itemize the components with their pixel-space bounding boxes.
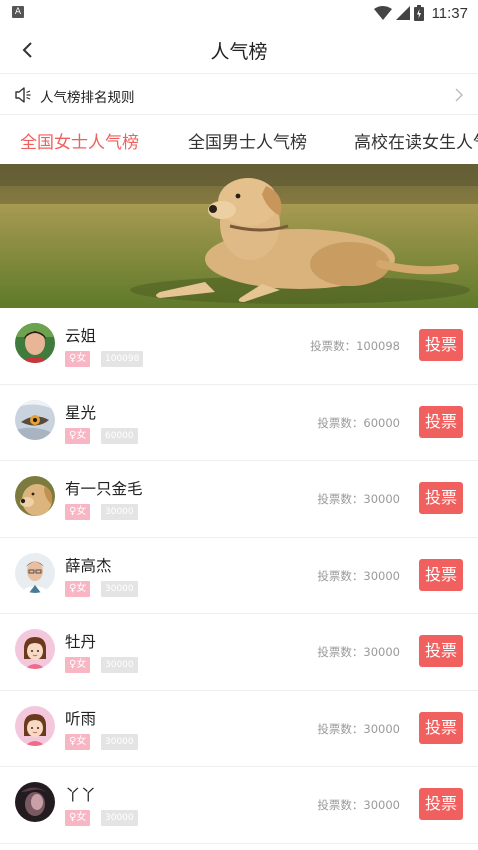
user-name: 有一只金毛 [65, 480, 143, 498]
vote-button[interactable]: 投票 [419, 788, 463, 820]
avatar[interactable] [15, 782, 55, 822]
status-bar: A 11:37 [0, 0, 478, 26]
vote-count: 投票数：30000 [317, 645, 400, 659]
gender-badge: ♀女 [65, 427, 91, 444]
user-name: 牡丹 [65, 633, 97, 651]
ranking-rules-link[interactable]: 人气榜排名规则 [0, 75, 478, 115]
banner-image[interactable] [0, 164, 478, 308]
user-name: 听雨 [65, 709, 97, 728]
avatar-photo-man [15, 552, 55, 593]
avatar[interactable] [15, 629, 55, 669]
speaker-icon [15, 87, 31, 103]
gender-badge: ♀女 [65, 504, 91, 520]
ranking-list: 云姐 ♀女 100098 投票数：100098 投票 星光 ♀女 60000 投… [0, 308, 478, 844]
vote-count: 投票数：30000 [317, 492, 400, 506]
page-title: 人气榜 [210, 41, 268, 63]
list-item[interactable]: 云姐 ♀女 100098 投票数：100098 投票 [0, 308, 478, 385]
id-badge: 100098 [101, 351, 144, 367]
gender-badge: ♀女 [65, 351, 91, 367]
user-name: 薛高杰 [65, 556, 112, 575]
vote-count: 投票数：30000 [317, 721, 400, 736]
wifi-icon [373, 6, 392, 20]
avatar[interactable] [15, 552, 55, 593]
vote-count: 投票数：100098 [310, 339, 400, 353]
default-girl-avatar-icon [15, 705, 55, 746]
id-badge: 30000 [101, 810, 138, 826]
id-badge: 30000 [101, 504, 138, 520]
avatar-photo-woman [15, 323, 55, 363]
tab-national-men[interactable]: 全国男士人气榜 [188, 128, 307, 153]
list-item[interactable]: 丫丫 ♀女 30000 投票数：30000 投票 [0, 767, 478, 844]
tab-national-women[interactable]: 全国女士人气榜 [20, 128, 139, 153]
avatar-photo-dog [15, 476, 55, 516]
ranking-rules-label: 人气榜排名规则 [40, 90, 135, 106]
list-item[interactable]: 有一只金毛 ♀女 30000 投票数：30000 投票 [0, 461, 478, 538]
navigation-bar: 人气榜 [0, 26, 478, 74]
id-badge: 60000 [101, 427, 138, 444]
vote-button[interactable]: 投票 [419, 635, 463, 667]
id-badge: 30000 [101, 733, 138, 750]
avatar[interactable] [15, 323, 55, 363]
vote-count: 投票数：60000 [317, 415, 400, 430]
dog-photo [0, 164, 478, 308]
chevron-right-icon [455, 88, 463, 102]
list-item[interactable]: 牡丹 ♀女 30000 投票数：30000 投票 [0, 614, 478, 691]
avatar-photo-eye [15, 399, 55, 440]
vote-button[interactable]: 投票 [419, 405, 463, 438]
user-name: 星光 [65, 403, 97, 422]
vote-button[interactable]: 投票 [419, 329, 463, 361]
default-girl-avatar-icon [15, 629, 55, 669]
vote-button[interactable]: 投票 [419, 711, 463, 744]
status-indicators: 11:37 [373, 2, 468, 24]
user-name: 丫丫 [65, 786, 97, 804]
cell-signal-icon [395, 6, 410, 20]
clock: 11:37 [431, 4, 468, 22]
vote-button[interactable]: 投票 [419, 558, 463, 591]
battery-icon [413, 5, 424, 21]
gender-badge: ♀女 [65, 580, 91, 597]
avatar[interactable] [15, 476, 55, 516]
gender-badge: ♀女 [65, 810, 91, 826]
app-notification-icon: A [12, 6, 24, 18]
gender-badge: ♀女 [65, 657, 91, 673]
vote-count: 投票数：30000 [317, 568, 400, 583]
list-item[interactable]: 薛高杰 ♀女 30000 投票数：30000 投票 [0, 538, 478, 614]
gender-badge: ♀女 [65, 733, 91, 750]
id-badge: 30000 [101, 580, 138, 597]
avatar-photo-dark [15, 782, 55, 822]
list-item[interactable]: 听雨 ♀女 30000 投票数：30000 投票 [0, 691, 478, 767]
list-item[interactable]: 星光 ♀女 60000 投票数：60000 投票 [0, 385, 478, 461]
id-badge: 30000 [101, 657, 138, 673]
ranking-tabs: 全国女士人气榜 全国男士人气榜 高校在读女生人气榜 [0, 116, 478, 164]
tab-college-women[interactable]: 高校在读女生人气榜 [354, 128, 478, 153]
vote-count: 投票数：30000 [317, 798, 400, 812]
user-name: 云姐 [65, 327, 97, 345]
vote-button[interactable]: 投票 [419, 482, 463, 514]
avatar[interactable] [15, 399, 55, 440]
avatar[interactable] [15, 705, 55, 746]
